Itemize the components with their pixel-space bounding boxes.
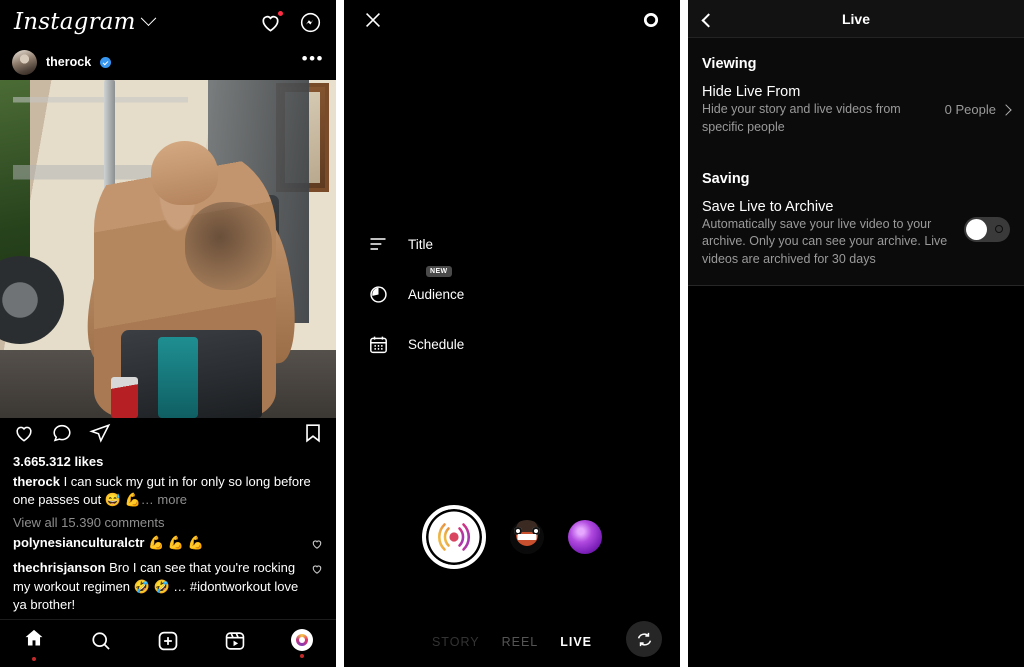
instagram-feed-panel: Instagram therock ••• 3.665.312 likes th… — [0, 0, 336, 667]
comment-username[interactable]: polynesianculturalctr — [13, 535, 144, 550]
comment-icon[interactable] — [51, 422, 73, 449]
nav-tab-reels[interactable] — [202, 630, 269, 657]
save-live-to-archive-toggle[interactable] — [964, 216, 1010, 242]
profile-avatar-icon — [291, 629, 314, 651]
comment-item: polynesianculturalctr 💪 💪 💪 — [0, 530, 336, 555]
flip-camera-button[interactable] — [626, 621, 662, 657]
mode-tab-reel[interactable]: REEL — [502, 635, 539, 649]
live-broadcast-button[interactable] — [422, 505, 486, 569]
live-option-label: Audience — [408, 286, 465, 302]
notification-dot — [277, 9, 284, 17]
like-icon[interactable] — [13, 422, 35, 449]
title-lines-icon — [366, 232, 390, 256]
setting-control — [964, 199, 1010, 242]
plus-box-icon — [157, 630, 179, 657]
post-header: therock ••• — [0, 44, 336, 80]
flip-camera-icon — [637, 632, 651, 646]
setting-description: Hide your story and live videos from spe… — [702, 102, 901, 134]
setting-control[interactable]: 0 People — [944, 84, 1012, 117]
view-all-comments-link[interactable]: View all 15.390 comments — [0, 510, 336, 530]
bottom-navigation-bar — [0, 619, 336, 667]
nav-tab-home[interactable] — [0, 627, 67, 661]
three-panel-screenshot: Instagram therock ••• 3.665.312 likes th… — [0, 0, 1024, 667]
profile-badge-dot — [300, 654, 305, 658]
gear-icon[interactable] — [640, 9, 662, 36]
toggle-off-indicator — [995, 225, 1003, 233]
panel-divider — [680, 0, 688, 667]
live-settings-panel: Live Viewing Hide Live From Hide your st… — [688, 0, 1024, 667]
feed-header-icons — [259, 9, 322, 34]
home-icon — [23, 627, 45, 654]
likes-count: 3.665.312 likes — [13, 454, 104, 469]
reels-icon — [224, 630, 246, 657]
post-image[interactable] — [0, 80, 336, 418]
panel-divider — [336, 0, 344, 667]
page-title: Live — [841, 10, 870, 27]
instagram-logo-group[interactable]: Instagram — [14, 9, 156, 35]
instagram-wordmark: Instagram — [14, 9, 136, 35]
live-option-audience[interactable]: NEW Audience — [366, 266, 680, 306]
share-icon[interactable] — [89, 422, 111, 449]
nav-tab-profile[interactable] — [269, 629, 336, 658]
setting-title: Hide Live From — [702, 84, 801, 100]
nav-tab-create[interactable] — [134, 630, 201, 657]
caption-username[interactable]: therock — [13, 474, 60, 489]
section-heading-saving: Saving — [702, 170, 750, 187]
chevron-left-icon[interactable] — [701, 12, 716, 28]
live-option-label: Title — [408, 236, 434, 252]
comment-username[interactable]: thechrisjanson — [13, 560, 105, 575]
mode-tab-live[interactable]: LIVE — [560, 635, 592, 649]
shutter-row — [344, 505, 680, 569]
chevron-right-icon — [1000, 103, 1012, 116]
setting-title: Save Live to Archive — [702, 198, 834, 215]
close-icon[interactable] — [362, 9, 384, 36]
setting-row-save-live-to-archive: Save Live to Archive Automatically save … — [688, 187, 1024, 285]
search-icon — [90, 630, 112, 657]
heart-icon[interactable] — [259, 9, 284, 34]
mode-tab-story[interactable]: STORY — [432, 635, 480, 649]
post-username[interactable]: therock — [46, 55, 91, 69]
nav-tab-search[interactable] — [67, 630, 134, 657]
verified-badge-icon — [100, 56, 112, 68]
toggle-knob — [966, 218, 987, 240]
settings-body: Viewing Hide Live From Hide your story a… — [688, 38, 1024, 286]
section-heading-viewing: Viewing — [702, 56, 757, 72]
chevron-down-icon[interactable] — [140, 9, 156, 26]
post-caption: therock I can suck my gut in for only so… — [0, 469, 336, 510]
post-actions — [0, 418, 336, 452]
face-filter-thumbnail[interactable] — [510, 520, 544, 554]
bookmark-icon[interactable] — [303, 422, 323, 449]
avatar[interactable] — [12, 49, 37, 75]
live-option-label: Schedule — [408, 336, 465, 352]
new-badge: NEW — [426, 266, 452, 277]
comment-item: thechrisjanson Bro I can see that you're… — [0, 555, 336, 614]
live-composer-panel: Title NEW Audience Schedule STORY REEL L… — [344, 0, 680, 667]
caption-more-link[interactable]: … more — [141, 492, 187, 507]
comment-text: 💪 💪 💪 — [144, 534, 204, 550]
live-option-schedule[interactable]: Schedule — [366, 332, 680, 356]
comment-like-icon[interactable] — [311, 562, 323, 580]
live-option-title[interactable]: Title — [366, 232, 680, 256]
settings-header: Live — [688, 0, 1024, 38]
post-more-options-icon[interactable]: ••• — [302, 50, 324, 69]
calendar-icon — [366, 332, 390, 356]
feed-header: Instagram — [0, 0, 336, 44]
live-options-list: Title NEW Audience Schedule — [344, 232, 680, 356]
setting-value: 0 People — [944, 102, 996, 117]
comment-like-icon[interactable] — [311, 537, 323, 555]
section-separator — [688, 284, 1024, 286]
setting-row-hide-live-from[interactable]: Hide Live From Hide your story and live … — [688, 72, 1024, 153]
audience-icon — [366, 282, 390, 306]
setting-description: Automatically save your live video to yo… — [702, 216, 948, 267]
messenger-icon[interactable] — [299, 11, 322, 34]
home-badge-dot — [31, 656, 36, 661]
live-composer-topbar — [344, 0, 680, 44]
filter-eyes — [514, 527, 540, 536]
orb-filter-thumbnail[interactable] — [568, 520, 602, 554]
broadcast-waves-icon — [437, 523, 471, 551]
